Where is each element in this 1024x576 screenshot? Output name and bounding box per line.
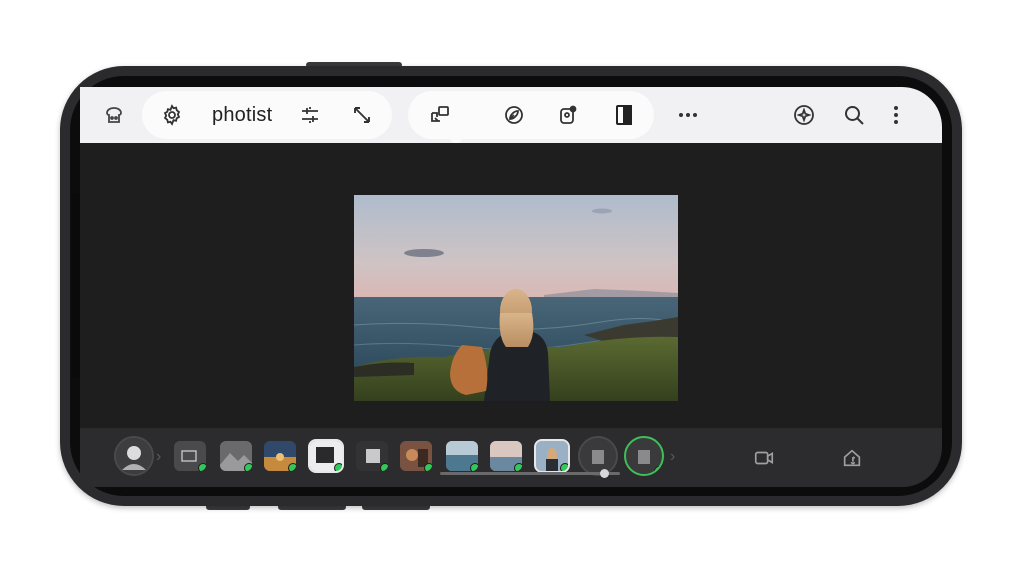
search-icon[interactable] xyxy=(832,87,876,143)
thumbnail-frame-9[interactable] xyxy=(534,439,570,473)
status-done-badge xyxy=(514,463,522,471)
chevron-right-icon: › xyxy=(670,448,676,465)
status-done-badge xyxy=(470,463,478,471)
app-screen: photist › › xyxy=(80,87,942,487)
scrubber-handle[interactable] xyxy=(600,469,609,478)
status-done-badge xyxy=(560,463,568,471)
status-done-badge xyxy=(654,466,662,474)
edited-photo[interactable] xyxy=(354,195,678,401)
leaf-filter-icon[interactable] xyxy=(492,87,536,143)
top-toolbar: photist xyxy=(80,87,942,147)
video-camera-icon[interactable] xyxy=(744,428,784,487)
thumbnail-frame-4[interactable] xyxy=(308,439,344,473)
timeline-scrubber[interactable] xyxy=(440,472,620,475)
thumbnail-frame-7[interactable] xyxy=(446,441,478,471)
compare-split-icon[interactable] xyxy=(602,87,646,143)
thumbnail-frame-11[interactable] xyxy=(624,436,664,476)
app-brand-name: photist xyxy=(212,104,273,126)
status-done-badge xyxy=(244,463,252,471)
chevron-right-icon: › xyxy=(156,448,162,465)
status-done-badge xyxy=(198,463,206,471)
status-done-badge xyxy=(288,463,296,471)
layers-transform-icon[interactable] xyxy=(418,87,462,143)
thumbnail-frame-3[interactable] xyxy=(264,441,296,471)
resize-arrow-icon[interactable] xyxy=(340,87,384,143)
thumbnail-frame-2[interactable] xyxy=(220,441,252,471)
thumbnail-frame-5[interactable] xyxy=(356,441,388,471)
more-vertical-icon[interactable] xyxy=(874,87,918,143)
thumbnail-avatar[interactable] xyxy=(114,436,154,476)
toast-icon[interactable] xyxy=(92,87,136,143)
status-done-badge xyxy=(380,463,388,471)
adjust-sliders-icon[interactable] xyxy=(288,87,332,143)
status-done-badge xyxy=(424,463,432,471)
editor-canvas xyxy=(80,143,942,428)
thumbnail-frame-1[interactable] xyxy=(174,441,206,471)
enhance-sparkle-icon[interactable] xyxy=(782,87,826,143)
thumbnail-frame-10[interactable] xyxy=(578,436,618,476)
portrait-badge-icon[interactable] xyxy=(546,87,590,143)
settings-gear-icon[interactable] xyxy=(150,87,194,143)
more-horizontal-icon[interactable] xyxy=(666,87,710,143)
home-music-icon[interactable] xyxy=(832,428,872,487)
status-done-badge xyxy=(334,463,342,471)
filmstrip: › › xyxy=(80,428,942,487)
thumbnail-frame-6[interactable] xyxy=(400,441,432,471)
thumbnail-frame-8[interactable] xyxy=(490,441,522,471)
